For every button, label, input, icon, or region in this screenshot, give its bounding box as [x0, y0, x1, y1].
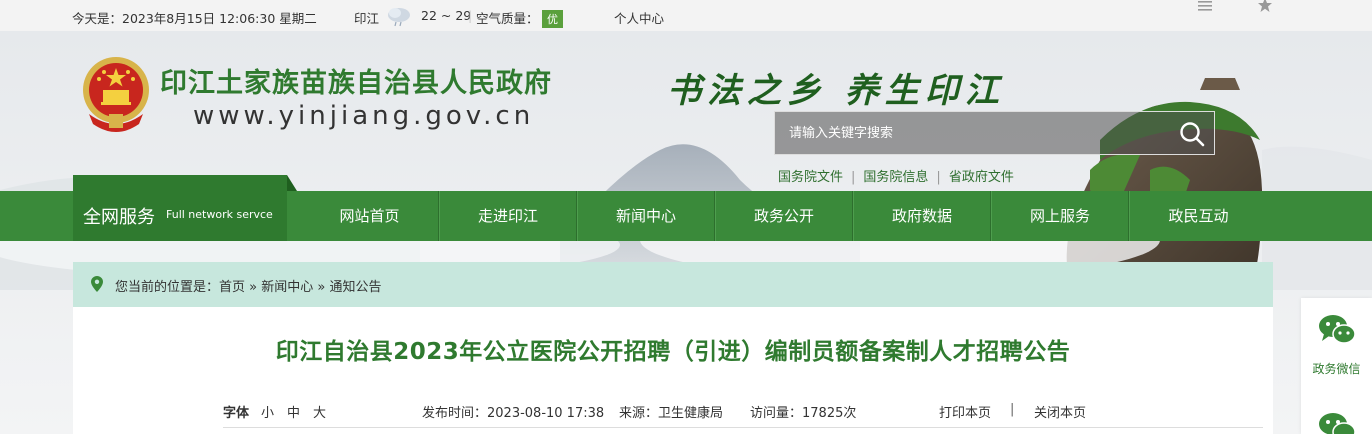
- air-quality-label: 空气质量：: [476, 11, 539, 26]
- ribbon-fold: [287, 175, 297, 191]
- breadcrumb-notices[interactable]: 通知公告: [329, 280, 381, 295]
- main-navigation: 全网服务 Full network servce 网站首页 走进印江 新闻中心 …: [0, 175, 1372, 241]
- second-wechat-icon[interactable]: [1318, 412, 1356, 434]
- quick-link-provincial-docs[interactable]: 省政府文件: [949, 170, 1014, 185]
- nav-item-online-services[interactable]: 网上服务: [991, 191, 1129, 241]
- breadcrumb: 您当前的位置是：首页 » 新闻中心 » 通知公告: [73, 262, 1273, 307]
- search-input[interactable]: [775, 112, 1165, 154]
- weather-cloud-icon: [386, 3, 412, 30]
- nav-item-government-data[interactable]: 政府数据: [853, 191, 991, 241]
- article-source: 来源：卫生健康局: [619, 406, 724, 421]
- calligraphy-slogan: 书法之乡 养生印江: [667, 71, 1005, 111]
- wechat-label[interactable]: 政务微信: [1301, 360, 1372, 377]
- breadcrumb-text: 您当前的位置是：首页 » 新闻中心 » 通知公告: [115, 276, 382, 295]
- weather-temperature: 22 ~ 29: [421, 8, 472, 23]
- site-header: 印江土家族苗族自治县人民政府 www.yinjiang.gov.cn 书法之乡 …: [0, 31, 1372, 191]
- publish-time: 发布时间：2023-08-10 17:38: [422, 406, 605, 421]
- personal-center-link[interactable]: 个人中心: [614, 8, 664, 27]
- top-info-bar: 今天是：2023年8月15日 12:06:30 星期二 印江 22 ~ 29 |…: [0, 0, 1372, 31]
- font-size-medium[interactable]: 中: [287, 402, 300, 421]
- meta-divider: |: [1010, 402, 1015, 417]
- service-label-cn: 全网服务: [83, 207, 155, 228]
- quick-link-divider: |: [851, 170, 856, 185]
- font-size-large[interactable]: 大: [313, 402, 326, 421]
- current-date-time: 今天是：2023年8月15日 12:06:30 星期二: [72, 11, 317, 26]
- quick-link-state-council-info[interactable]: 国务院信息: [863, 170, 928, 185]
- search-button[interactable]: [1178, 120, 1206, 148]
- article-content: 印江自治县2023年公立医院公开招聘（引进）编制员额备案制人才招聘公告 字体 小…: [73, 307, 1273, 434]
- quick-link-divider: |: [936, 170, 941, 185]
- breadcrumb-separator: »: [245, 280, 262, 295]
- font-size-small[interactable]: 小: [261, 402, 274, 421]
- national-emblem-logo: [79, 54, 153, 142]
- search-box: [774, 111, 1215, 155]
- full-network-service-button[interactable]: 全网服务 Full network servce: [73, 175, 297, 241]
- font-size-label: 字体: [223, 406, 250, 421]
- topbar-divider: |: [468, 8, 473, 23]
- location-pin-icon: [91, 276, 103, 296]
- quick-links: 国务院文件 | 国务院信息 | 省政府文件: [778, 166, 1014, 185]
- article-title: 印江自治县2023年公立医院公开招聘（引进）编制员额备案制人才招聘公告: [275, 339, 1071, 365]
- breadcrumb-separator: »: [313, 280, 330, 295]
- search-icon: [1180, 122, 1205, 147]
- view-count: 访问量：17825次: [750, 406, 857, 421]
- wechat-icon[interactable]: [1318, 314, 1356, 350]
- weather-city: 印江: [354, 11, 380, 26]
- nav-item-government-affairs[interactable]: 政务公开: [715, 191, 853, 241]
- nav-item-about-yinjiang[interactable]: 走进印江: [439, 191, 577, 241]
- print-page-link[interactable]: 打印本页: [939, 402, 991, 421]
- service-label-en: Full network servce: [166, 208, 273, 221]
- close-page-link[interactable]: 关闭本页: [1034, 402, 1086, 421]
- nav-item-public-interaction[interactable]: 政民互动: [1129, 191, 1267, 241]
- nav-item-home[interactable]: 网站首页: [301, 191, 439, 241]
- nav-item-news-center[interactable]: 新闻中心: [577, 191, 715, 241]
- air-quality-badge: 优: [542, 10, 563, 28]
- favorite-star-icon[interactable]: [1257, 0, 1273, 17]
- breadcrumb-news-center[interactable]: 新闻中心: [261, 280, 313, 295]
- meta-divider-line: [223, 427, 1263, 428]
- nav-items: 网站首页 走进印江 新闻中心 政务公开 政府数据 网上服务 政民互动: [301, 191, 1267, 241]
- list-menu-icon[interactable]: [1197, 0, 1213, 17]
- site-url: www.yinjiang.gov.cn: [193, 101, 535, 131]
- breadcrumb-prefix: 您当前的位置是：: [115, 280, 220, 295]
- site-title: 印江土家族苗族自治县人民政府: [160, 68, 552, 99]
- side-floating-panel: 政务微信: [1301, 298, 1372, 434]
- breadcrumb-home[interactable]: 首页: [219, 280, 245, 295]
- quick-link-state-council-docs[interactable]: 国务院文件: [778, 170, 843, 185]
